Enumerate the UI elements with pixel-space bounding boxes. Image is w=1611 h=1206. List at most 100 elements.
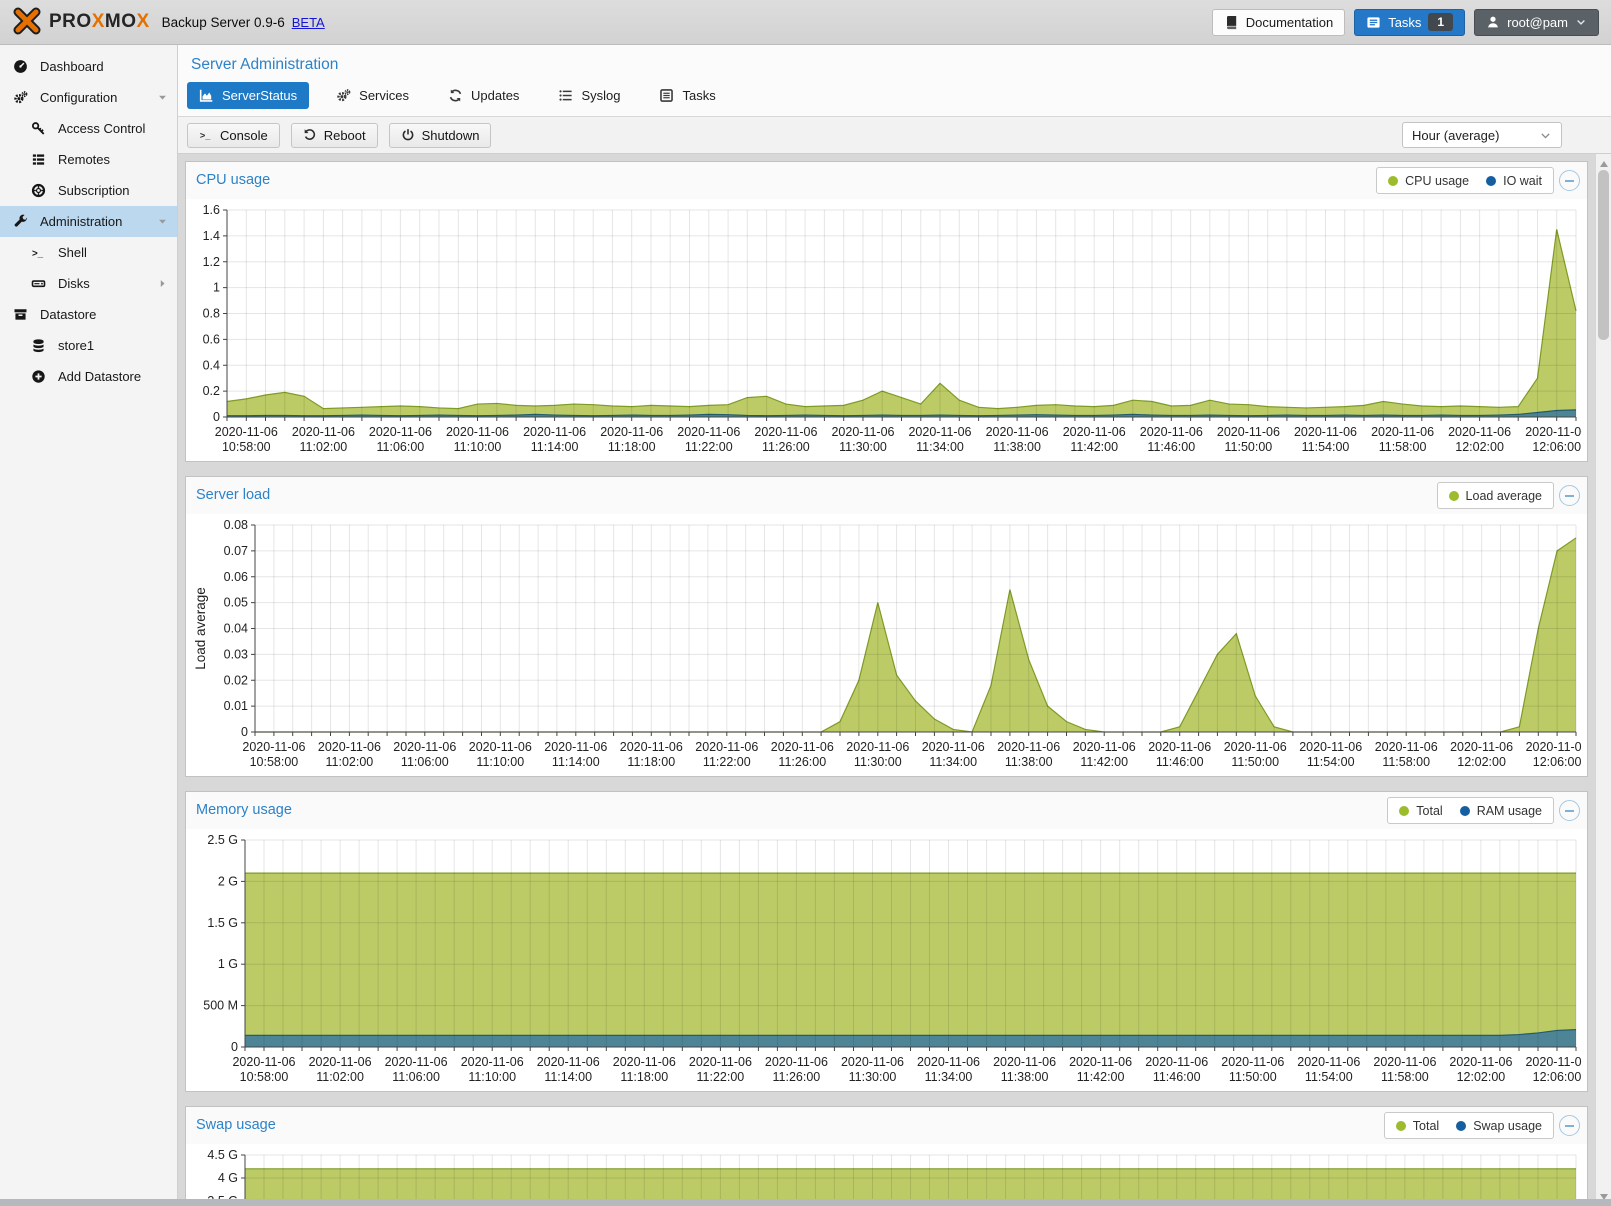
user-menu-button[interactable]: root@pam: [1474, 9, 1599, 36]
caret-down-icon[interactable]: [157, 216, 168, 227]
svg-text:2020-11-06: 2020-11-06: [523, 425, 586, 439]
sidebar-item-add-datastore[interactable]: Add Datastore: [0, 361, 177, 392]
navigation-sidebar: Dashboard Configuration Access ControlRemo…: [0, 45, 178, 1206]
sidebar-item-configuration[interactable]: Configuration: [0, 82, 177, 113]
collapse-panel-icon[interactable]: [1559, 485, 1580, 506]
svg-text:11:14:00: 11:14:00: [544, 1070, 592, 1084]
scrollbar-thumb[interactable]: [1598, 170, 1609, 340]
svg-text:2020-11-06: 2020-11-06: [544, 740, 607, 754]
lifering-icon: [31, 183, 50, 198]
svg-text:0.6: 0.6: [203, 332, 220, 346]
collapse-panel-icon[interactable]: [1559, 170, 1580, 191]
console-button[interactable]: >_Console: [187, 123, 280, 148]
svg-text:1.4: 1.4: [203, 229, 220, 243]
tab-syslog[interactable]: Syslog: [546, 82, 632, 109]
sidebar-item-label: Administration: [40, 214, 122, 229]
tab-services[interactable]: Services: [324, 82, 421, 109]
legend-label: CPU usage: [1405, 174, 1469, 188]
svg-text:11:42:00: 11:42:00: [1080, 755, 1128, 769]
svg-text:1.2: 1.2: [203, 255, 220, 269]
documentation-button[interactable]: Documentation: [1212, 9, 1345, 36]
tab-label: Syslog: [581, 88, 620, 103]
panel-memory: Memory usageTotalRAM usage0500 M1 G1.5 G…: [185, 791, 1588, 1092]
sidebar-item-label: Subscription: [58, 183, 130, 198]
tab-label: Services: [359, 88, 409, 103]
svg-text:0: 0: [241, 725, 248, 739]
svg-text:11:34:00: 11:34:00: [925, 1070, 973, 1084]
panel-load: Server loadLoad average00.010.020.030.04…: [185, 476, 1588, 777]
tab-label: ServerStatus: [222, 88, 297, 103]
svg-text:11:50:00: 11:50:00: [1229, 1070, 1277, 1084]
svg-text:2020-11-06: 2020-11-06: [1525, 1055, 1582, 1069]
tab-serverstatus[interactable]: ServerStatus: [187, 82, 309, 109]
sidebar-item-store1[interactable]: store1: [0, 330, 177, 361]
chart-plot-load: 00.010.020.030.040.050.060.070.082020-11…: [191, 515, 1582, 769]
tasks-button[interactable]: Tasks 1: [1354, 9, 1465, 36]
panel-title-memory: Memory usage: [196, 802, 292, 818]
svg-text:2020-11-06: 2020-11-06: [369, 425, 432, 439]
svg-text:2020-11-06: 2020-11-06: [841, 1055, 904, 1069]
svg-text:11:30:00: 11:30:00: [854, 755, 902, 769]
svg-text:2020-11-06: 2020-11-06: [1450, 740, 1513, 754]
svg-text:Load average: Load average: [193, 587, 208, 670]
vertical-scrollbar[interactable]: [1595, 154, 1611, 1206]
timerange-select[interactable]: Hour (average): [1402, 122, 1562, 148]
sidebar-item-administration[interactable]: Administration: [0, 206, 177, 237]
svg-text:2020-11-06: 2020-11-06: [1526, 740, 1582, 754]
sidebar-item-datastore[interactable]: Datastore: [0, 299, 177, 330]
sidebar-item-disks[interactable]: Disks: [0, 268, 177, 299]
svg-text:2.5 G: 2.5 G: [207, 833, 238, 847]
legend-item: RAM usage: [1460, 804, 1542, 818]
product-name: Backup Server 0.9-6: [162, 15, 285, 30]
svg-text:0.06: 0.06: [224, 570, 248, 584]
svg-text:2020-11-06: 2020-11-06: [1297, 1055, 1360, 1069]
svg-text:11:38:00: 11:38:00: [1001, 1070, 1049, 1084]
panel-header: Server loadLoad average: [186, 477, 1587, 514]
svg-text:2020-11-06: 2020-11-06: [469, 740, 532, 754]
svg-text:500 M: 500 M: [203, 999, 238, 1013]
tab-updates[interactable]: Updates: [436, 82, 531, 109]
svg-text:12:06:00: 12:06:00: [1533, 755, 1582, 769]
scrollbar-up-arrow[interactable]: [1596, 156, 1611, 171]
panel-title-swap: Swap usage: [196, 1117, 276, 1133]
legend-label: Swap usage: [1473, 1119, 1542, 1133]
svg-text:0.4: 0.4: [203, 358, 220, 372]
tab-tasks[interactable]: Tasks: [647, 82, 727, 109]
user-icon: [1486, 15, 1500, 29]
caret-right-icon[interactable]: [157, 278, 168, 289]
sidebar-item-dashboard[interactable]: Dashboard: [0, 51, 177, 82]
terminal-icon: >_: [31, 245, 50, 260]
legend-item: Total: [1396, 1119, 1439, 1133]
svg-text:2020-11-06: 2020-11-06: [695, 740, 758, 754]
panel-swap: Swap usageTotalSwap usage0500 M1 G1.5 G2…: [185, 1106, 1588, 1206]
legend-dot-icon: [1460, 806, 1470, 816]
svg-text:12:02:00: 12:02:00: [1457, 755, 1506, 769]
archive-icon: [13, 307, 32, 322]
sidebar-item-label: Dashboard: [40, 59, 104, 74]
shutdown-button[interactable]: Shutdown: [389, 123, 492, 148]
svg-text:2020-11-06: 2020-11-06: [677, 425, 740, 439]
svg-text:11:42:00: 11:42:00: [1077, 1070, 1125, 1084]
svg-text:2020-11-06: 2020-11-06: [600, 425, 663, 439]
svg-text:12:06:00: 12:06:00: [1533, 1070, 1582, 1084]
collapse-panel-icon[interactable]: [1559, 800, 1580, 821]
collapse-panel-icon[interactable]: [1559, 1115, 1580, 1136]
reboot-button[interactable]: Reboot: [291, 123, 378, 148]
page-title: Server Administration: [191, 56, 338, 73]
svg-text:2 G: 2 G: [218, 874, 238, 888]
sidebar-item-access-control[interactable]: Access Control: [0, 113, 177, 144]
svg-text:2020-11-06: 2020-11-06: [1148, 740, 1211, 754]
legend-label: RAM usage: [1477, 804, 1542, 818]
beta-link[interactable]: BETA: [292, 15, 325, 30]
sidebar-item-shell[interactable]: >_Shell: [0, 237, 177, 268]
svg-text:0: 0: [231, 1040, 238, 1054]
sidebar-item-remotes[interactable]: Remotes: [0, 144, 177, 175]
sidebar-item-label: Configuration: [40, 90, 117, 105]
book-icon: [1224, 15, 1239, 30]
sidebar-item-subscription[interactable]: Subscription: [0, 175, 177, 206]
proxmox-x-logo-icon: [12, 6, 42, 39]
svg-text:2020-11-06: 2020-11-06: [771, 740, 834, 754]
svg-text:2020-11-06: 2020-11-06: [1448, 425, 1511, 439]
chart-legend: TotalRAM usage: [1387, 797, 1554, 824]
caret-down-icon[interactable]: [157, 92, 168, 103]
